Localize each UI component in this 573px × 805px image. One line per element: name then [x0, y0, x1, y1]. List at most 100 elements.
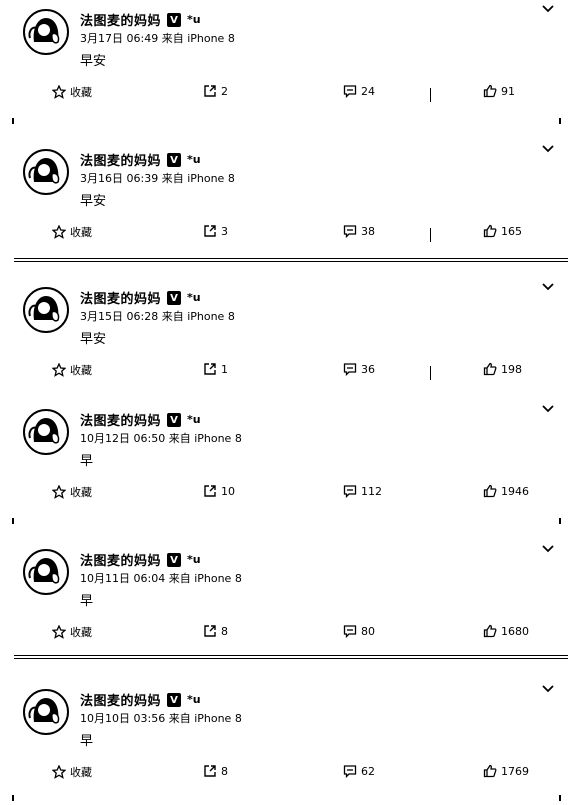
- avatar[interactable]: [22, 8, 70, 56]
- post-date[interactable]: 10月10日 03:56: [80, 712, 165, 725]
- favorite-label: 收藏: [70, 766, 92, 779]
- like-button[interactable]: 91: [483, 84, 515, 98]
- post-date[interactable]: 10月11日 06:04: [80, 572, 165, 585]
- share-count: 8: [221, 764, 228, 778]
- like-button[interactable]: 1946: [483, 484, 529, 498]
- chevron-down-icon[interactable]: [541, 142, 555, 156]
- like-button[interactable]: 1769: [483, 764, 529, 778]
- favorite-label: 收藏: [70, 86, 92, 99]
- favorite-button[interactable]: 收藏: [52, 484, 92, 500]
- like-count: 1680: [501, 624, 529, 638]
- like-button[interactable]: 198: [483, 362, 522, 376]
- like-count: 198: [501, 362, 522, 376]
- post-text: 早: [80, 454, 94, 469]
- avatar[interactable]: [22, 688, 70, 736]
- action-bar: 收藏 8 62 1769: [0, 764, 573, 786]
- comment-count: 80: [361, 624, 375, 638]
- edge-mark: [559, 795, 561, 801]
- level-badge: *u: [187, 553, 201, 566]
- comment-button[interactable]: 36: [343, 362, 375, 376]
- share-icon: [204, 765, 216, 777]
- post-date[interactable]: 3月16日 06:39: [80, 172, 158, 185]
- favorite-button[interactable]: 收藏: [52, 362, 92, 378]
- post-source: 来自 iPhone 8: [168, 712, 242, 725]
- favorite-label: 收藏: [70, 364, 92, 377]
- favorite-label: 收藏: [70, 486, 92, 499]
- like-button[interactable]: 165: [483, 224, 522, 238]
- post-date[interactable]: 10月12日 06:50: [80, 432, 165, 445]
- share-button[interactable]: 8: [203, 624, 228, 638]
- author-name[interactable]: 法图麦的妈妈: [80, 288, 161, 307]
- share-icon: [204, 85, 216, 97]
- avatar[interactable]: [22, 408, 70, 456]
- action-bar: 收藏 3 38 165: [0, 224, 573, 246]
- favorite-button[interactable]: 收藏: [52, 84, 92, 100]
- level-badge: *u: [187, 413, 201, 426]
- author-row: 法图麦的妈妈 V *u: [80, 550, 201, 569]
- comment-button[interactable]: 112: [343, 484, 382, 498]
- verified-badge-icon: V: [167, 152, 182, 167]
- share-button[interactable]: 3: [203, 224, 228, 238]
- avatar[interactable]: [22, 286, 70, 334]
- action-divider: [430, 88, 431, 102]
- comment-button[interactable]: 38: [343, 224, 375, 238]
- share-button[interactable]: 8: [203, 764, 228, 778]
- comment-icon: [343, 85, 357, 98]
- post-date[interactable]: 3月17日 06:49: [80, 32, 158, 45]
- post-text: 早: [80, 734, 94, 749]
- verified-badge-icon: V: [167, 12, 182, 27]
- author-name[interactable]: 法图麦的妈妈: [80, 410, 161, 429]
- comment-button[interactable]: 24: [343, 84, 375, 98]
- chevron-down-icon[interactable]: [541, 542, 555, 556]
- share-icon: [204, 625, 216, 637]
- favorite-button[interactable]: 收藏: [52, 624, 92, 640]
- avatar[interactable]: [22, 148, 70, 196]
- comment-button[interactable]: 62: [343, 764, 375, 778]
- post-separator: [14, 258, 568, 262]
- comment-button[interactable]: 80: [343, 624, 375, 638]
- post-source: 来自 iPhone 8: [161, 310, 235, 323]
- post-separator: [14, 655, 568, 659]
- share-count: 2: [221, 84, 228, 98]
- author-name[interactable]: 法图麦的妈妈: [80, 150, 161, 169]
- comment-count: 112: [361, 484, 382, 498]
- chevron-down-icon[interactable]: [541, 402, 555, 416]
- level-badge: *u: [187, 291, 201, 304]
- share-button[interactable]: 2: [203, 84, 228, 98]
- comment-icon: [343, 363, 357, 376]
- share-count: 10: [221, 484, 235, 498]
- author-row: 法图麦的妈妈 V *u: [80, 288, 201, 307]
- share-button[interactable]: 1: [203, 362, 228, 376]
- chevron-down-icon[interactable]: [541, 682, 555, 696]
- author-name[interactable]: 法图麦的妈妈: [80, 690, 161, 709]
- author-name[interactable]: 法图麦的妈妈: [80, 550, 161, 569]
- post-meta: 3月15日 06:28 来自 iPhone 8: [80, 308, 235, 324]
- post-source: 来自 iPhone 8: [168, 572, 242, 585]
- share-count: 8: [221, 624, 228, 638]
- avatar[interactable]: [22, 548, 70, 596]
- star-icon: [52, 625, 66, 639]
- chevron-down-icon[interactable]: [541, 2, 555, 16]
- thumbs-up-icon: [483, 224, 497, 238]
- author-row: 法图麦的妈妈 V *u: [80, 10, 201, 29]
- author-row: 法图麦的妈妈 V *u: [80, 150, 201, 169]
- comment-count: 24: [361, 84, 375, 98]
- like-button[interactable]: 1680: [483, 624, 529, 638]
- post-meta: 10月12日 06:50 来自 iPhone 8: [80, 430, 242, 446]
- post-date[interactable]: 3月15日 06:28: [80, 310, 158, 323]
- favorite-button[interactable]: 收藏: [52, 224, 92, 240]
- level-badge: *u: [187, 693, 201, 706]
- action-bar: 收藏 8 80 1680: [0, 624, 573, 646]
- favorite-button[interactable]: 收藏: [52, 764, 92, 780]
- level-badge: *u: [187, 153, 201, 166]
- star-icon: [52, 363, 66, 377]
- share-icon: [204, 363, 216, 375]
- share-button[interactable]: 10: [203, 484, 235, 498]
- verified-badge-icon: V: [167, 412, 182, 427]
- like-count: 91: [501, 84, 515, 98]
- author-name[interactable]: 法图麦的妈妈: [80, 10, 161, 29]
- edge-mark: [559, 118, 561, 124]
- star-icon: [52, 225, 66, 239]
- action-bar: 收藏 1 36 198: [0, 362, 573, 384]
- chevron-down-icon[interactable]: [541, 280, 555, 294]
